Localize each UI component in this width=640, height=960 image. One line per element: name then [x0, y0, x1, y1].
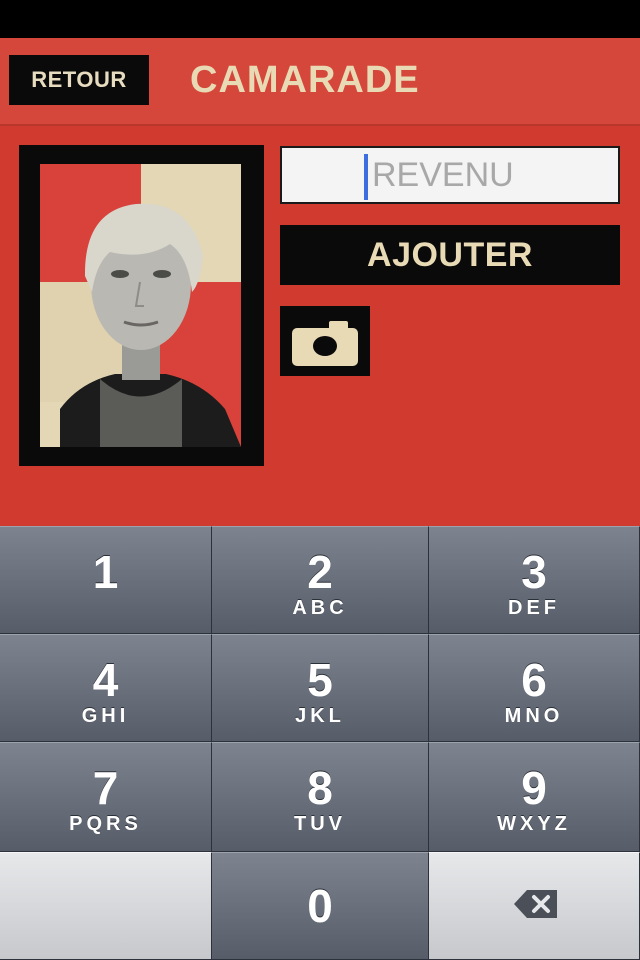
- key-digit: 0: [307, 880, 333, 932]
- camera-button[interactable]: [280, 306, 370, 376]
- key-digit: 7: [92, 762, 119, 814]
- key-0[interactable]: 0: [212, 852, 429, 960]
- delete-key[interactable]: [429, 852, 640, 960]
- key-digit: 2: [307, 546, 333, 598]
- key-2[interactable]: 2 ABC: [212, 526, 429, 634]
- key-7[interactable]: 7 PQRS: [0, 742, 212, 852]
- key-digit: 8: [307, 762, 333, 814]
- content-area: AJOUTER: [0, 126, 640, 526]
- key-letters: ABC: [292, 597, 348, 619]
- key-letters: PQRS: [69, 813, 142, 835]
- photo-frame[interactable]: [19, 145, 264, 466]
- contact-photo: [40, 164, 241, 447]
- key-digit: 3: [521, 546, 547, 598]
- key-8[interactable]: 8 TUV: [212, 742, 429, 852]
- key-4[interactable]: 4 GHI: [0, 634, 212, 742]
- key-digit: 5: [307, 654, 333, 706]
- key-digit: 4: [92, 654, 119, 706]
- key-blank: [0, 852, 212, 960]
- key-letters: WXYZ: [497, 813, 571, 835]
- key-3[interactable]: 3 DEF: [429, 526, 640, 634]
- add-button[interactable]: AJOUTER: [280, 225, 620, 285]
- camera-icon: [292, 321, 358, 366]
- status-bar: [0, 0, 640, 38]
- key-5[interactable]: 5 JKL: [212, 634, 429, 742]
- nav-bar: RETOUR CAMARADE: [0, 38, 640, 126]
- key-digit: 1: [92, 546, 119, 598]
- key-9[interactable]: 9 WXYZ: [429, 742, 640, 852]
- key-letters: DEF: [508, 597, 560, 619]
- key-letters: GHI: [81, 705, 130, 727]
- key-6[interactable]: 6 MNO: [429, 634, 640, 742]
- key-digit: 6: [521, 654, 547, 706]
- key-letters: JKL: [295, 705, 345, 727]
- back-button[interactable]: RETOUR: [9, 55, 149, 105]
- key-letters: MNO: [504, 705, 564, 727]
- numeric-keypad: 1 2 ABC 3 DEF 4 GHI 5 JKL 6 MNO 7 PQRS 8…: [0, 526, 640, 960]
- page-title: CAMARADE: [190, 59, 420, 101]
- backspace-icon: [514, 890, 557, 918]
- key-letters: TUV: [294, 813, 346, 835]
- key-1[interactable]: 1: [0, 526, 212, 634]
- key-digit: 9: [521, 762, 547, 814]
- income-input[interactable]: [280, 146, 620, 204]
